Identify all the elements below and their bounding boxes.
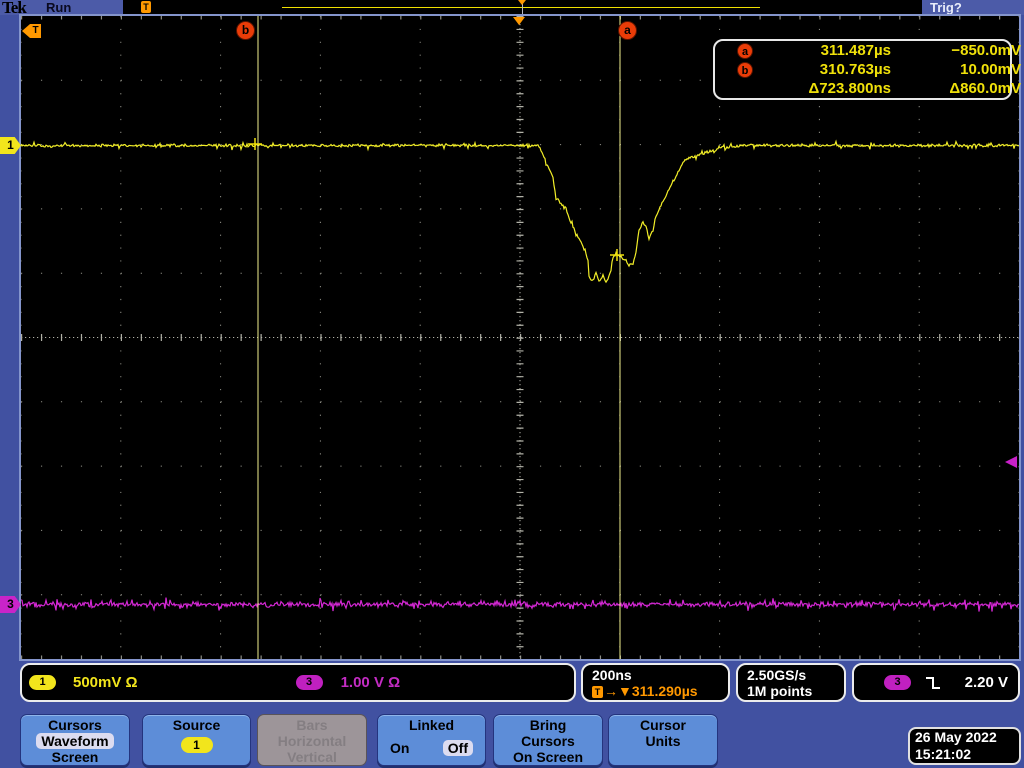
sample-rate: 2.50GS/s: [747, 667, 807, 683]
vertical-scale-box[interactable]: 1 500mV Ω 3 1.00 V Ω: [20, 663, 576, 702]
timebase-scale: 200ns: [592, 667, 632, 683]
cursor-b-time: 310.763µs: [819, 61, 891, 78]
trigger-delay-readout: T →▼ 311.290µs: [592, 683, 728, 700]
cursor-a-time: 311.487µs: [820, 42, 891, 59]
bring-cursors-button[interactable]: Bring Cursors On Screen: [493, 714, 603, 766]
record-length: 1M points: [747, 683, 813, 699]
button-title: Cursors: [48, 717, 102, 733]
trigger-level-value: 2.20 V: [964, 674, 1008, 691]
cursor-a-handle[interactable]: a: [618, 21, 637, 40]
cursor-b-handle[interactable]: b: [236, 21, 255, 40]
oscilloscope-screen: Tek Run T Trig? 1 3 T b a a 311.487µs −8…: [0, 0, 1024, 768]
bars-vertical-option: Vertical: [287, 749, 337, 765]
cursors-mode-button[interactable]: Cursors Waveform Screen: [20, 714, 130, 766]
button-line: On Screen: [512, 749, 584, 765]
channel1-badge: 1: [29, 675, 56, 690]
channel1-position-flag[interactable]: 1: [0, 137, 21, 154]
cursor-b-badge: b: [737, 61, 753, 78]
cursors-waveform-option[interactable]: Waveform: [36, 733, 114, 749]
button-line: Cursors: [521, 733, 575, 749]
graticule: [19, 14, 1021, 661]
record-view-bar: T: [123, 0, 922, 15]
trigger-offscreen-left-marker: T: [22, 24, 41, 38]
trigger-level-arrow[interactable]: [1005, 456, 1017, 468]
trigger-t-icon: T: [30, 24, 41, 38]
linked-toggle-button[interactable]: Linked On Off: [377, 714, 486, 766]
delay-value: 311.290µs: [631, 683, 698, 699]
linked-on-option[interactable]: On: [390, 740, 409, 756]
cursor-delta-volt: Δ860.0mV: [949, 80, 1021, 97]
record-trigger-t-icon: T: [141, 1, 151, 13]
button-title: Bars: [296, 717, 328, 733]
cursor-delta-time: Δ723.800ns: [808, 80, 891, 97]
cursors-screen-option[interactable]: Screen: [21, 749, 129, 765]
cursor-a-volt: −850.0mV: [951, 42, 1021, 59]
falling-edge-icon: [925, 676, 941, 690]
datetime-box: 26 May 2022 15:21:02: [908, 727, 1021, 765]
button-line: Units: [645, 733, 681, 749]
channel3-position-flag[interactable]: 3: [0, 596, 21, 613]
date-label: 26 May 2022: [915, 729, 997, 745]
cursor-b-volt: 10.00mV: [960, 61, 1021, 78]
source-button[interactable]: Source 1: [142, 714, 251, 766]
horizontal-scale-box[interactable]: 200ns T →▼ 311.290µs: [581, 663, 730, 702]
cursor-readout-box: a 311.487µs −850.0mV b 310.763µs 10.00mV…: [713, 39, 1021, 100]
button-line: Cursor: [640, 717, 686, 733]
acquisition-run-status: Run: [46, 0, 72, 15]
channel3-badge: 3: [295, 675, 323, 690]
bars-orientation-button: Bars Horizontal Vertical: [257, 714, 367, 766]
channel1-scale: 500mV Ω: [73, 674, 138, 691]
trigger-state-box: Trig?: [922, 0, 1024, 15]
record-trigger-marker: [518, 0, 526, 14]
button-title: Source: [172, 717, 221, 733]
button-line: Bring: [529, 717, 567, 733]
channel3-scale: 1.00 V Ω: [340, 674, 401, 691]
cursor-a-badge: a: [737, 42, 753, 59]
left-arrow-icon: [22, 24, 30, 38]
button-title: Linked: [408, 717, 455, 733]
trigger-source-badge: 3: [884, 675, 911, 690]
bars-horizontal-option: Horizontal: [277, 733, 347, 749]
source-channel-badge: 1: [180, 737, 213, 753]
waveform-display: [21, 16, 1019, 659]
trigger-state-label: Trig?: [930, 0, 962, 15]
record-window-line: [282, 7, 760, 8]
delay-arrows-icon: →▼: [604, 683, 632, 699]
acquisition-box[interactable]: 2.50GS/s 1M points: [736, 663, 846, 702]
top-status-bar: Tek Run T Trig?: [0, 0, 1024, 17]
linked-off-option[interactable]: Off: [442, 740, 473, 756]
trigger-t-icon: T: [592, 685, 603, 698]
trigger-settings-box[interactable]: 3 2.20 V: [852, 663, 1020, 702]
cursor-units-button[interactable]: Cursor Units: [608, 714, 718, 766]
time-label: 15:21:02: [915, 746, 972, 762]
